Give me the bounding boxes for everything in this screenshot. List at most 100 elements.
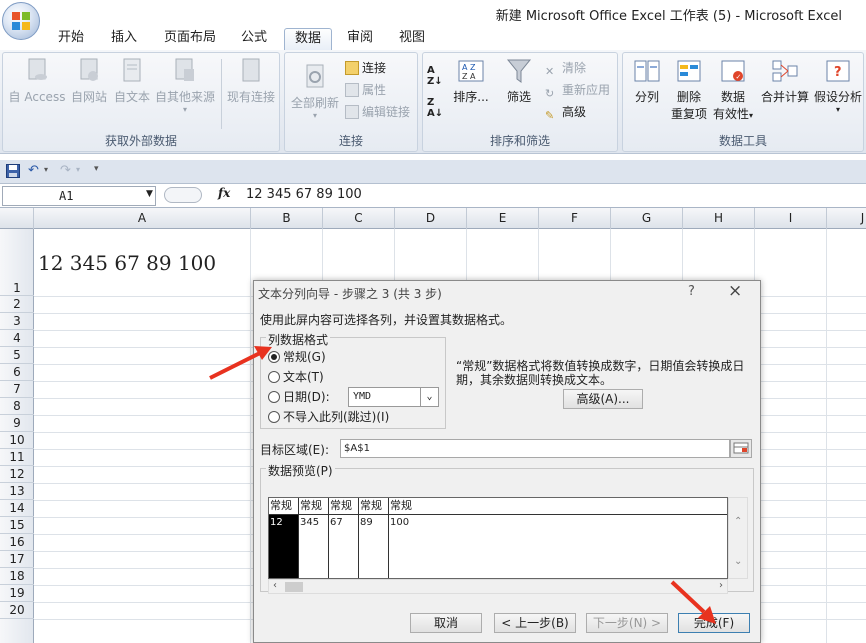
refresh-all-button[interactable]: 全部刷新 ▾ [287,63,343,120]
insert-function-icon[interactable]: fx [218,186,230,200]
column-header-e[interactable]: E [467,208,539,229]
row-header[interactable]: 10 [0,432,34,449]
radio-text[interactable]: 文本(T) [268,369,324,385]
range-picker-icon[interactable] [730,439,752,458]
edit-links-button[interactable]: 编辑链接 [345,103,410,121]
undo-icon[interactable]: ↶ [28,163,39,178]
preview-vertical-scrollbar[interactable]: ⌃ ⌄ [728,497,748,579]
from-web-button[interactable]: 自网站 [67,57,111,105]
row-header[interactable]: 17 [0,551,34,568]
formula-slider[interactable] [164,187,202,203]
row-header[interactable]: 12 [0,466,34,483]
column-header-i[interactable]: I [755,208,827,229]
cancel-button[interactable]: 取消 [410,613,482,633]
properties-button[interactable]: 属性 [345,81,386,99]
what-if-analysis-button[interactable]: ? 假设分析 ▾ [813,57,863,114]
radio-skip-column[interactable]: 不导入此列(跳过)(I) [268,409,389,425]
tab-page-layout[interactable]: 页面布局 [158,28,222,50]
row-header[interactable]: 3 [0,313,34,330]
destination-input[interactable]: $A$1 [340,439,730,458]
row-header-1[interactable]: 1 [0,229,34,296]
next-button[interactable]: 下一步(N) > [586,613,668,633]
column-header-c[interactable]: C [323,208,395,229]
advanced-button[interactable]: 高级(A)... [563,389,643,409]
remove-duplicates-button[interactable]: 删除 重复项 [667,57,711,122]
row-header[interactable]: 14 [0,500,34,517]
preview-column-header[interactable]: 常规 [359,498,389,515]
existing-connections-button[interactable]: 现有连接 [223,57,279,105]
column-header-h[interactable]: H [683,208,755,229]
column-header-f[interactable]: F [539,208,611,229]
undo-dropdown-icon[interactable]: ▾ [44,165,48,174]
row-header[interactable]: 7 [0,381,34,398]
from-text-button[interactable]: 自文本 [111,57,153,105]
row-header[interactable]: 11 [0,449,34,466]
formula-input[interactable]: 12 345 67 89 100 [246,187,362,202]
preview-column[interactable]: 67 [329,515,359,578]
preview-column-header[interactable]: 常规 [389,498,727,515]
chevron-up-icon[interactable]: ⌃ [734,516,742,527]
cell-a1[interactable]: 12 345 67 89 100 [38,251,216,275]
preview-column-header[interactable]: 常规 [299,498,329,515]
advanced-filter-button[interactable]: ✎ 高级 [545,103,586,122]
preview-column[interactable]: 89 [359,515,389,578]
row-header[interactable]: 20 [0,602,34,619]
text-to-columns-button[interactable]: 分列 [627,57,667,105]
preview-horizontal-scrollbar[interactable]: ‹ › [268,579,728,594]
row-header[interactable]: 8 [0,398,34,415]
name-box-dropdown-icon[interactable]: ▼ [146,189,153,199]
tab-review[interactable]: 审阅 [340,28,380,50]
reapply-button[interactable]: ↻ 重新应用 [545,81,610,100]
column-header-g[interactable]: G [611,208,683,229]
row-header[interactable]: 6 [0,364,34,381]
save-icon[interactable] [6,164,20,178]
row-header[interactable]: 5 [0,347,34,364]
close-icon[interactable]: × [728,281,742,301]
select-all-corner[interactable] [0,208,34,229]
data-validation-button[interactable]: ✓ 数据 有效性▾ [711,57,755,122]
tab-formulas[interactable]: 公式 [234,28,274,50]
row-header[interactable]: 4 [0,330,34,347]
redo-icon[interactable]: ↷ [60,163,71,178]
back-button[interactable]: < 上一步(B) [494,613,576,633]
redo-dropdown-icon[interactable]: ▾ [76,165,80,174]
preview-column-header[interactable]: 常规 [269,498,299,515]
date-format-select[interactable]: YMD ⌄ [348,387,439,407]
scroll-thumb[interactable] [285,582,303,592]
row-header[interactable]: 15 [0,517,34,534]
from-other-sources-button[interactable]: 自其他来源 ▾ [153,57,217,114]
preview-column-header[interactable]: 常规 [329,498,359,515]
row-header[interactable]: 19 [0,585,34,602]
row-header[interactable]: 16 [0,534,34,551]
row-header[interactable]: 18 [0,568,34,585]
data-preview[interactable]: 常规 常规 常规 常规 常规 12 345 67 89 100 [268,497,728,579]
preview-column[interactable]: 345 [299,515,329,578]
filter-button[interactable]: 筛选 [499,57,539,105]
help-icon[interactable]: ? [688,284,695,299]
preview-column[interactable]: 100 [389,515,727,578]
sort-descending-icon[interactable]: Z A↓ [427,97,443,119]
chevron-left-icon[interactable]: ‹ [273,580,277,591]
radio-general[interactable]: 常规(G) [268,349,326,365]
preview-column-selected[interactable]: 12 [269,515,299,578]
sort-button[interactable]: A ZZ A 排序... [451,57,491,105]
consolidate-button[interactable]: 合并计算 [759,57,811,105]
chevron-down-icon[interactable]: ⌄ [734,556,742,567]
column-header-j[interactable]: J [827,208,866,229]
chevron-down-icon[interactable]: ⌄ [420,388,438,406]
tab-data[interactable]: 数据 [284,28,332,50]
tab-view[interactable]: 视图 [392,28,432,50]
from-access-button[interactable]: 自 Access [7,57,67,105]
row-header[interactable]: 2 [0,296,34,313]
row-header[interactable]: 13 [0,483,34,500]
sort-ascending-icon[interactable]: A Z↓ [427,65,443,87]
radio-date[interactable]: 日期(D): [268,389,330,405]
column-header-b[interactable]: B [251,208,323,229]
name-box[interactable]: A1 [2,186,156,206]
customize-qat-icon[interactable]: ▾ [94,164,99,174]
column-header-a[interactable]: A [34,208,251,229]
tab-insert[interactable]: 插入 [104,28,144,50]
row-header[interactable]: 9 [0,415,34,432]
connections-button[interactable]: 连接 [345,59,386,77]
column-header-d[interactable]: D [395,208,467,229]
